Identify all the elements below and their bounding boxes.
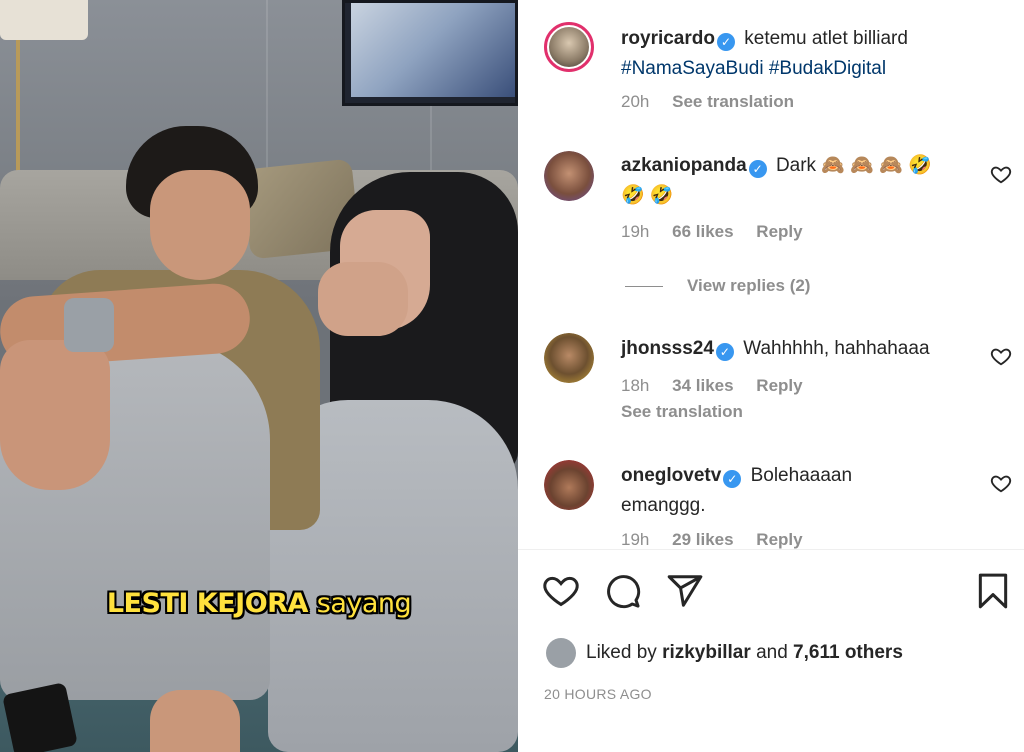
comment-likes[interactable]: 29 likes — [672, 530, 733, 549]
reply-button[interactable]: Reply — [756, 530, 802, 549]
comment-translation: See translation — [621, 402, 761, 422]
person-right-hands — [318, 262, 408, 336]
comment-body-cont: 🤣 🤣 — [621, 185, 674, 206]
caption-text: royricardo ✓ ketemu atlet billiard #NamaS… — [621, 24, 981, 84]
comments-list[interactable]: royricardo ✓ ketemu atlet billiard #NamaS… — [518, 0, 1024, 549]
caption-text-bold: LESTI KEJORA — [106, 588, 309, 619]
verified-icon: ✓ — [748, 160, 767, 178]
share-icon[interactable] — [666, 572, 704, 610]
comment-likes[interactable]: 66 likes — [672, 222, 733, 241]
post-timestamp: 20 HOURS AGO — [544, 686, 652, 702]
phone-on-floor — [2, 682, 78, 752]
wall-painting — [342, 0, 518, 106]
comment-username[interactable]: oneglovetv — [621, 465, 721, 486]
comment-username[interactable]: jhonsss24 — [621, 338, 714, 359]
post-time: 20h — [621, 92, 650, 111]
verified-icon: ✓ — [716, 33, 735, 51]
avatar[interactable] — [544, 460, 594, 510]
comment-body-cont: emanggg. — [621, 495, 706, 516]
replies-divider — [625, 286, 663, 288]
comment-time: 19h — [621, 222, 650, 241]
comment-meta: 18h 34 likes Reply — [621, 376, 821, 396]
hashtags[interactable]: #NamaSayaBudi #BudakDigital — [621, 58, 886, 79]
lamp — [0, 0, 88, 40]
verified-icon: ✓ — [723, 470, 742, 488]
liker-username[interactable]: rizkybillar — [662, 642, 751, 663]
caption-text: sayang — [316, 588, 412, 619]
comment-time: 18h — [621, 376, 650, 395]
bookmark-icon[interactable] — [974, 572, 1012, 610]
post-details-panel: royricardo ✓ ketemu atlet billiard #NamaS… — [518, 0, 1024, 752]
avatar[interactable] — [544, 22, 594, 72]
comment-likes[interactable]: 34 likes — [672, 376, 733, 395]
avatar[interactable] — [544, 333, 594, 383]
verified-icon: ✓ — [715, 343, 734, 361]
liked-by-label: Liked by — [586, 642, 657, 664]
comment-body: Wahhhhh, hahhahaaa — [743, 338, 930, 359]
and-label: and — [756, 642, 788, 664]
caption-meta: 20h See translation — [621, 92, 812, 112]
like-comment-heart-icon[interactable] — [990, 472, 1012, 494]
person-left-hand — [0, 340, 110, 490]
see-translation-link[interactable]: See translation — [672, 92, 794, 111]
comment-time: 19h — [621, 530, 650, 549]
wristwatch — [64, 298, 114, 352]
post-actions-bar — [518, 568, 1024, 616]
view-replies-label: View replies (2) — [687, 276, 811, 295]
liker-avatar[interactable] — [546, 638, 576, 668]
comment-text: oneglovetv ✓ Bolehaaaan emanggg. — [621, 461, 981, 521]
likes-count[interactable]: 7,611 others — [793, 642, 903, 663]
caption-body: ketemu atlet billiard — [744, 28, 908, 49]
see-translation-link[interactable]: See translation — [621, 402, 743, 421]
likes-summary: Liked by rizkybillar and 7,611 others — [546, 638, 903, 668]
avatar[interactable] — [544, 151, 594, 201]
comment-meta: 19h 29 likes Reply — [621, 530, 821, 549]
like-comment-heart-icon[interactable] — [990, 163, 1012, 185]
reply-button[interactable]: Reply — [756, 376, 802, 395]
comment-icon[interactable] — [604, 572, 642, 610]
comment-meta: 19h 66 likes Reply — [621, 222, 821, 242]
comment-text: azkaniopanda ✓ Dark 🙈 🙈 🙈 🤣 🤣 🤣 — [621, 151, 981, 211]
comment-text: jhonsss24 ✓ Wahhhhh, hahhahaaa — [621, 334, 981, 364]
heart-icon[interactable] — [542, 572, 580, 610]
comment-body: Dark 🙈 🙈 🙈 🤣 — [775, 155, 932, 176]
video-caption: LESTI KEJORA sayang — [0, 588, 518, 619]
reply-button[interactable]: Reply — [756, 222, 802, 241]
divider — [518, 549, 1024, 550]
comment-username[interactable]: azkaniopanda — [621, 155, 747, 176]
person-left-face — [150, 170, 250, 280]
comment-body: Bolehaaaan — [750, 465, 853, 486]
foot — [150, 690, 240, 752]
like-comment-heart-icon[interactable] — [990, 345, 1012, 367]
post-username[interactable]: royricardo — [621, 28, 715, 49]
view-replies-button[interactable]: View replies (2) — [625, 276, 810, 296]
post-media[interactable]: LESTI KEJORA sayang — [0, 0, 518, 752]
